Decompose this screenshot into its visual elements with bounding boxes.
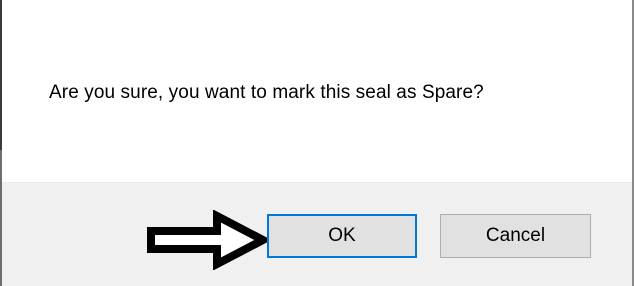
confirm-dialog: Are you sure, you want to mark this seal… (0, 0, 634, 286)
confirmation-message: Are you sure, you want to mark this seal… (49, 82, 484, 103)
ok-button[interactable]: OK (267, 214, 417, 258)
arrow-right-outline-icon (147, 210, 269, 270)
cancel-button[interactable]: Cancel (440, 214, 591, 258)
